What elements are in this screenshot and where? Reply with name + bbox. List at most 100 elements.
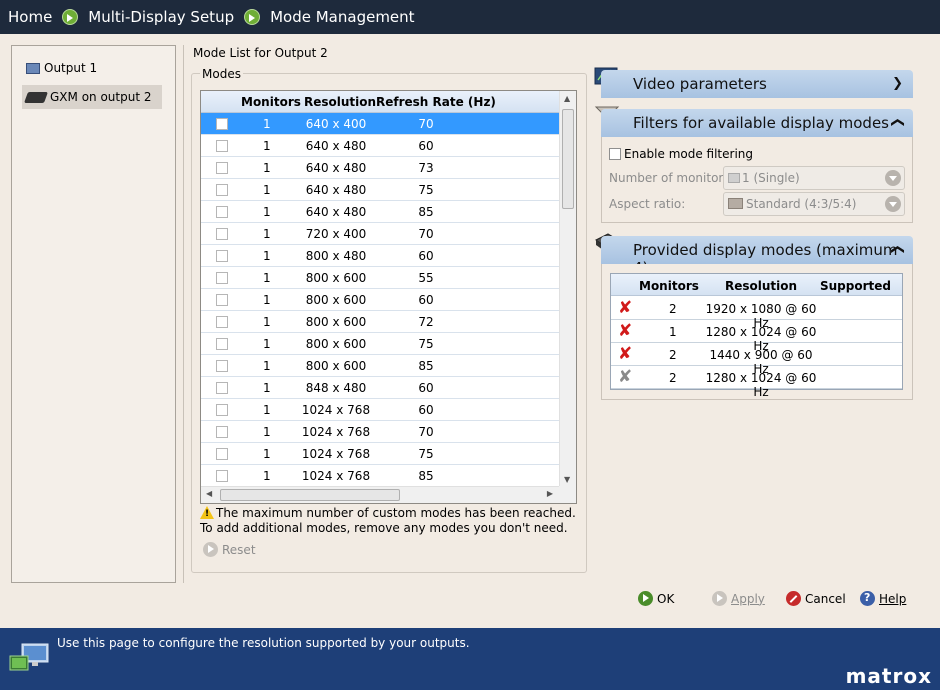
table-row[interactable]: 1 640 x 480 73 xyxy=(201,157,561,179)
remove-icon[interactable]: ✘ xyxy=(618,298,632,318)
row-checkbox[interactable] xyxy=(216,360,228,372)
cell-resolution: 640 x 480 xyxy=(305,183,367,197)
provided-modes-header[interactable]: Provided display modes (maximum 4) ❯ xyxy=(601,236,913,277)
section-title: Video parameters xyxy=(633,75,767,93)
row-checkbox[interactable] xyxy=(216,404,228,416)
sidebar-item-output-1[interactable]: Output 1 xyxy=(22,56,97,80)
cell-refresh-rate: 75 xyxy=(418,183,434,197)
table-row[interactable]: 1 800 x 600 60 xyxy=(201,289,561,311)
ok-button[interactable]: OK xyxy=(638,591,674,606)
aspect-ratio-select[interactable]: Standard (4:3/5:4) xyxy=(723,192,905,216)
table-row[interactable]: 1 800 x 600 55 xyxy=(201,267,561,289)
table-row[interactable]: 1 1024 x 768 75 xyxy=(201,443,561,465)
scroll-down-icon[interactable]: ▼ xyxy=(564,475,570,484)
table-row[interactable]: 1 640 x 400 70 xyxy=(201,113,561,135)
row-checkbox[interactable] xyxy=(216,118,228,130)
cell-resolution: 720 x 400 xyxy=(305,227,367,241)
arrow-right-icon xyxy=(62,9,79,25)
scroll-up-icon[interactable]: ▲ xyxy=(564,94,570,103)
column-header-refresh-rate[interactable]: Refresh Rate (Hz) xyxy=(376,95,496,109)
row-checkbox[interactable] xyxy=(216,162,228,174)
scroll-right-icon[interactable]: ▶ xyxy=(547,489,553,498)
table-row[interactable]: 1 800 x 600 72 xyxy=(201,311,561,333)
cell-refresh-rate: 75 xyxy=(418,337,434,351)
table-row[interactable]: ✘ 2 1440 x 900 @ 60 Hz xyxy=(611,343,902,376)
table-row[interactable]: 1 640 x 480 75 xyxy=(201,179,561,201)
cell-monitors: 1 xyxy=(263,271,271,285)
column-header-resolution[interactable]: Resolution xyxy=(725,279,797,293)
row-checkbox[interactable] xyxy=(216,184,228,196)
row-checkbox[interactable] xyxy=(216,426,228,438)
cell-monitors: 1 xyxy=(263,183,271,197)
help-button[interactable]: Help xyxy=(860,591,906,606)
remove-icon[interactable]: ✘ xyxy=(618,321,632,341)
video-parameters-header[interactable]: Video parameters ❯ xyxy=(601,70,913,98)
sidebar-item-label: Output 1 xyxy=(44,61,98,75)
vertical-scrollbar[interactable]: ▲ ▼ xyxy=(559,91,576,487)
table-row[interactable]: ✘ 2 1280 x 1024 @ 60 Hz xyxy=(611,366,902,399)
sidebar-item-label: GXM on output 2 xyxy=(50,90,152,104)
chevron-up-icon[interactable]: ❯ xyxy=(890,117,905,128)
table-row[interactable]: ✘ 2 1920 x 1080 @ 60 Hz xyxy=(611,297,902,330)
enable-filtering-checkbox[interactable]: Enable mode filtering xyxy=(609,147,753,161)
scroll-left-icon[interactable]: ◀ xyxy=(206,489,212,498)
cell-resolution: 800 x 600 xyxy=(305,315,367,329)
row-checkbox[interactable] xyxy=(216,140,228,152)
horizontal-scrollbar[interactable]: ◀ ▶ xyxy=(201,486,561,503)
sidebar-item-gxm-output-2[interactable]: GXM on output 2 xyxy=(22,85,162,109)
table-row[interactable]: 1 800 x 600 75 xyxy=(201,333,561,355)
table-row[interactable]: 1 1024 x 768 70 xyxy=(201,421,561,443)
table-row[interactable]: 1 800 x 480 60 xyxy=(201,245,561,267)
column-header-resolution[interactable]: Resolution xyxy=(304,95,376,109)
breadcrumb-multi-display-setup[interactable]: Multi-Display Setup xyxy=(88,8,234,26)
row-checkbox[interactable] xyxy=(216,448,228,460)
apply-icon xyxy=(712,591,727,606)
checkbox[interactable] xyxy=(609,148,621,160)
chevron-down-icon[interactable]: ❯ xyxy=(892,76,903,91)
arrow-right-icon xyxy=(244,9,261,25)
chevron-down-icon[interactable] xyxy=(885,196,901,212)
output-list: Output 1 GXM on output 2 xyxy=(11,45,176,583)
row-checkbox[interactable] xyxy=(216,294,228,306)
row-checkbox[interactable] xyxy=(216,250,228,262)
scroll-thumb[interactable] xyxy=(562,109,574,209)
row-checkbox[interactable] xyxy=(216,316,228,328)
help-label: Help xyxy=(879,591,907,606)
monitor-icon xyxy=(26,62,40,74)
table-row[interactable]: 1 1024 x 768 60 xyxy=(201,399,561,421)
scroll-thumb[interactable] xyxy=(220,489,400,501)
cell-monitors: 2 xyxy=(669,371,677,385)
row-checkbox[interactable] xyxy=(216,470,228,482)
column-header-supported[interactable]: Supported xyxy=(820,279,891,293)
apply-button[interactable]: Apply xyxy=(712,591,765,606)
row-checkbox[interactable] xyxy=(216,382,228,394)
table-row[interactable]: ✘ 1 1280 x 1024 @ 60 Hz xyxy=(611,320,902,353)
row-checkbox[interactable] xyxy=(216,228,228,240)
column-header-monitors[interactable]: Monitors xyxy=(639,279,699,293)
cancel-button[interactable]: Cancel xyxy=(786,591,846,606)
cell-resolution: 800 x 480 xyxy=(305,249,367,263)
cell-monitors: 2 xyxy=(669,348,677,362)
breadcrumb-home[interactable]: Home xyxy=(8,8,52,26)
table-row[interactable]: 1 640 x 480 60 xyxy=(201,135,561,157)
row-checkbox[interactable] xyxy=(216,272,228,284)
chevron-down-icon[interactable] xyxy=(885,170,901,186)
row-checkbox[interactable] xyxy=(216,338,228,350)
table-row[interactable]: 1 1024 x 768 85 xyxy=(201,465,561,487)
monitors-select[interactable]: 1 (Single) xyxy=(723,166,905,190)
remove-icon[interactable]: ✘ xyxy=(618,344,632,364)
column-header-monitors[interactable]: Monitors xyxy=(241,95,301,109)
table-row[interactable]: 1 640 x 480 85 xyxy=(201,201,561,223)
table-row[interactable]: 1 848 x 480 60 xyxy=(201,377,561,399)
cell-refresh-rate: 60 xyxy=(418,249,434,263)
row-checkbox[interactable] xyxy=(216,206,228,218)
reset-button[interactable]: Reset xyxy=(203,542,256,557)
warning-message: The maximum number of custom modes has b… xyxy=(200,506,580,536)
chevron-up-icon[interactable]: ❯ xyxy=(890,244,905,255)
table-row[interactable]: 1 800 x 600 85 xyxy=(201,355,561,377)
ok-icon xyxy=(638,591,653,606)
remove-icon[interactable]: ✘ xyxy=(618,367,632,387)
filters-header[interactable]: Filters for available display modes ❯ xyxy=(601,109,913,137)
table-row[interactable]: 1 720 x 400 70 xyxy=(201,223,561,245)
cell-resolution: 1280 x 1024 @ 60 Hz xyxy=(705,371,817,399)
